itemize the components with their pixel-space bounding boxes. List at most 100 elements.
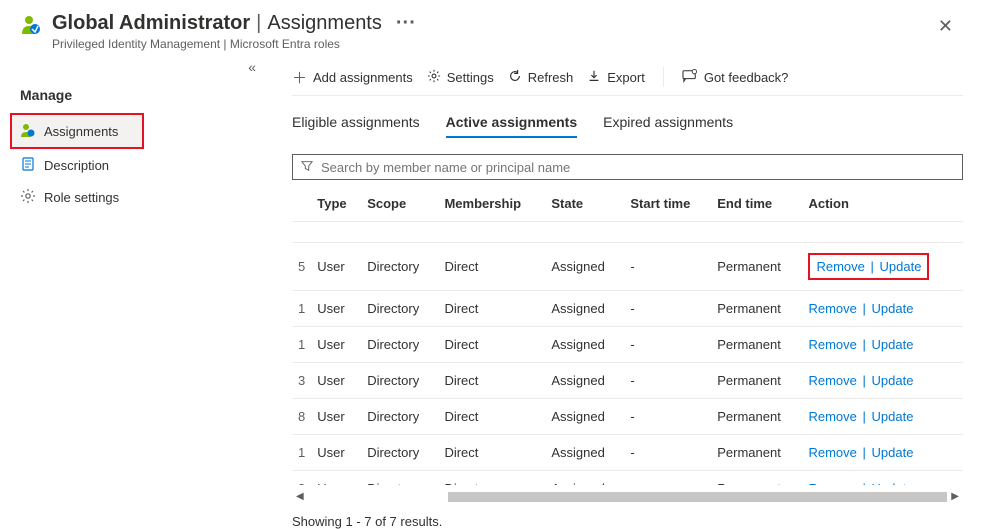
cell-membership: Direct [438,399,545,435]
remove-link[interactable]: Remove [808,409,856,424]
cell-start: - [624,291,711,327]
row-id: 3 [292,363,311,399]
add-label: Add assignments [313,70,413,85]
settings-button[interactable]: Settings [427,69,494,86]
remove-link[interactable]: Remove [808,373,856,388]
scroll-right-icon[interactable]: ▶ [947,489,963,504]
table-row[interactable]: 3UserDirectoryDirectAssigned-PermanentRe… [292,471,963,485]
cell-action: Remove | Update [802,471,963,485]
sidebar-item-label: Assignments [44,124,118,139]
cell-end: Permanent [711,291,802,327]
sidebar: « Manage AssignmentsDescriptionRole sett… [0,59,280,529]
cell-action: Remove | Update [802,363,963,399]
cell-action: Remove | Update [802,291,963,327]
feedback-button[interactable]: Got feedback? [682,69,789,86]
gear-icon [20,188,36,207]
breadcrumb: Privileged Identity Management | Microso… [52,37,920,51]
cell-scope: Directory [361,399,438,435]
cell-scope: Directory [361,363,438,399]
tab-active-assignments[interactable]: Active assignments [446,114,578,138]
cell-type: User [311,363,361,399]
cell-start: - [624,435,711,471]
update-link[interactable]: Update [872,481,914,485]
cell-state: Assigned [545,471,624,485]
title-section: Assignments [267,12,382,35]
update-link[interactable]: Update [880,259,922,274]
table-row[interactable]: 1UserDirectoryDirectAssigned-PermanentRe… [292,291,963,327]
action-highlight: Remove | Update [808,253,929,280]
row-id: 1 [292,327,311,363]
column-header-state[interactable]: State [545,186,624,222]
sidebar-item-label: Description [44,158,109,173]
sidebar-item-description[interactable]: Description [12,149,280,181]
cell-state: Assigned [545,363,624,399]
title-separator: | [256,12,261,35]
cell-type: User [311,399,361,435]
remove-link[interactable]: Remove [808,301,856,316]
column-header-action[interactable]: Action [802,186,963,222]
sidebar-item-label: Role settings [44,190,119,205]
horizontal-scrollbar[interactable]: ◀ ▶ [292,489,963,504]
scrollbar-thumb[interactable] [448,492,947,502]
close-icon[interactable]: ✕ [930,12,961,41]
table-row[interactable]: 3UserDirectoryDirectAssigned-PermanentRe… [292,363,963,399]
column-header-scope[interactable]: Scope [361,186,438,222]
results-count: Showing 1 - 7 of 7 results. [292,514,963,529]
cell-action: Remove | Update [802,327,963,363]
update-link[interactable]: Update [872,445,914,460]
column-header-type[interactable]: Type [311,186,361,222]
update-link[interactable]: Update [872,409,914,424]
sidebar-item-assignments[interactable]: Assignments [12,115,142,147]
tab-eligible-assignments[interactable]: Eligible assignments [292,114,420,138]
cell-start: - [624,327,711,363]
search-input[interactable] [321,155,954,179]
row-id: 8 [292,399,311,435]
cell-end: Permanent [711,471,802,485]
column-header-membership[interactable]: Membership [438,186,545,222]
cell-state: Assigned [545,435,624,471]
doc-icon [20,156,36,175]
cell-state: Assigned [545,291,624,327]
collapse-sidebar-icon[interactable]: « [248,59,256,75]
more-dots[interactable]: ··· [388,12,424,35]
cell-action: Remove | Update [802,435,963,471]
remove-link[interactable]: Remove [808,481,856,485]
remove-link[interactable]: Remove [808,445,856,460]
gear-icon [427,69,441,86]
table-row[interactable]: 1UserDirectoryDirectAssigned-PermanentRe… [292,435,963,471]
cell-state: Assigned [545,399,624,435]
add-assignments-button[interactable]: ＋ Add assignments [292,67,413,88]
update-link[interactable]: Update [872,301,914,316]
feedback-label: Got feedback? [704,70,789,85]
remove-link[interactable]: Remove [816,259,864,274]
remove-link[interactable]: Remove [808,337,856,352]
tab-expired-assignments[interactable]: Expired assignments [603,114,733,138]
settings-label: Settings [447,70,494,85]
cell-scope: Directory [361,471,438,485]
cell-scope: Directory [361,243,438,291]
cell-scope: Directory [361,327,438,363]
export-button[interactable]: Export [587,69,645,86]
sidebar-item-role-settings[interactable]: Role settings [12,181,280,213]
cell-scope: Directory [361,291,438,327]
search-input-wrapper[interactable] [292,154,963,180]
scroll-left-icon[interactable]: ◀ [292,489,308,504]
table-row[interactable]: 8UserDirectoryDirectAssigned-PermanentRe… [292,399,963,435]
cell-type: User [311,435,361,471]
table-row[interactable]: 5UserDirectoryDirectAssigned-PermanentRe… [292,243,963,291]
refresh-button[interactable]: Refresh [508,69,574,86]
cell-state: Assigned [545,327,624,363]
cell-membership: Direct [438,435,545,471]
cell-action: Remove | Update [802,243,963,291]
cell-type: User [311,243,361,291]
column-header-end-time[interactable]: End time [711,186,802,222]
table-row[interactable]: 1UserDirectoryDirectAssigned-PermanentRe… [292,327,963,363]
cell-end: Permanent [711,327,802,363]
column-header-start-time[interactable]: Start time [624,186,711,222]
update-link[interactable]: Update [872,337,914,352]
cell-type: User [311,291,361,327]
update-link[interactable]: Update [872,373,914,388]
plus-icon: ＋ [292,67,307,88]
cell-membership: Direct [438,243,545,291]
row-id: 5 [292,243,311,291]
